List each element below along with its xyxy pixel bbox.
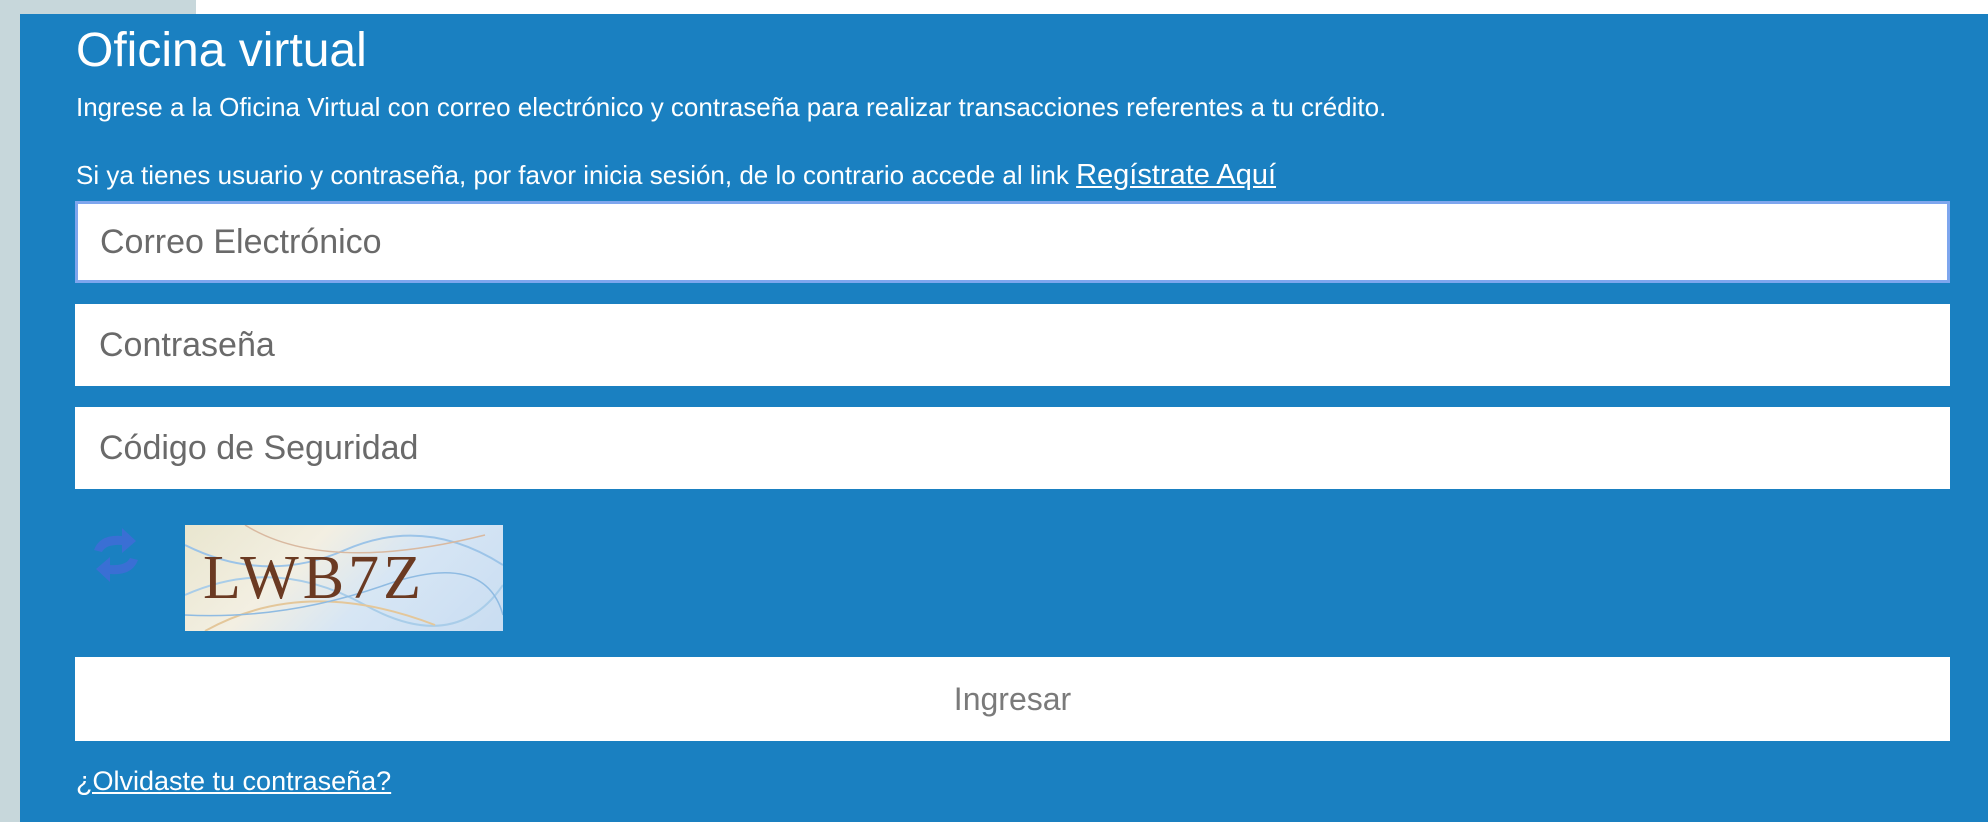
forgot-password-link[interactable]: ¿Olvidaste tu contraseña? <box>76 766 391 797</box>
register-prompt-text: Si ya tienes usuario y contraseña, por f… <box>76 160 1069 190</box>
page-title: Oficina virtual <box>76 24 367 77</box>
security-code-field[interactable] <box>75 407 1950 489</box>
email-field[interactable] <box>75 201 1950 283</box>
top-strip <box>196 0 1988 14</box>
captcha-text: LWB7Z <box>203 544 426 612</box>
register-link[interactable]: Regístrate Aquí <box>1076 159 1276 191</box>
captcha-image: LWB7Z <box>185 525 503 631</box>
register-prompt-row: Si ya tienes usuario y contraseña, por f… <box>76 158 1276 193</box>
refresh-captcha-icon[interactable] <box>84 522 148 586</box>
submit-button[interactable]: Ingresar <box>75 657 1950 741</box>
login-description: Ingrese a la Oficina Virtual con correo … <box>76 92 1387 122</box>
login-panel: Oficina virtual Ingrese a la Oficina Vir… <box>20 14 1988 822</box>
password-field[interactable] <box>75 304 1950 386</box>
